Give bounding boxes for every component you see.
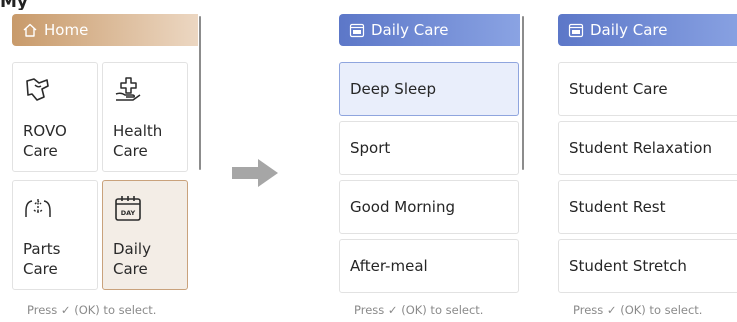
list-item-after-meal[interactable]: After-meal <box>339 239 519 293</box>
home-icon <box>23 23 37 37</box>
daily-care-header: Daily Care <box>558 14 737 46</box>
list-item-good-morning[interactable]: Good Morning <box>339 180 519 234</box>
tile-parts-care[interactable]: Parts Care <box>12 180 98 290</box>
daily-calendar-icon <box>568 23 584 38</box>
list-item-label: Good Morning <box>350 198 455 216</box>
daily-care-header-title: Daily Care <box>590 21 668 39</box>
tile-daily-care[interactable]: DAY Daily Care <box>102 180 188 290</box>
list-item-student-care[interactable]: Student Care <box>558 62 737 116</box>
daily-calendar-icon: DAY <box>115 196 141 221</box>
list-item-label: Sport <box>350 139 391 157</box>
tile-rovo-care[interactable]: ROVO Care <box>12 62 98 172</box>
home-header: Home <box>12 14 198 46</box>
svg-text:DAY: DAY <box>121 209 136 217</box>
list-item-deep-sleep[interactable]: Deep Sleep <box>339 62 519 116</box>
daily-care-screen-1: Daily Care Deep Sleep Sport Good Morning… <box>335 14 525 322</box>
footer-hint: Press ✓ (OK) to select. <box>27 303 157 317</box>
daily-care-header: Daily Care <box>339 14 520 46</box>
tile-label: ROVO Care <box>23 122 67 160</box>
health-care-icon <box>115 77 141 101</box>
list-item-student-rest[interactable]: Student Rest <box>558 180 737 234</box>
footer-hint: Press ✓ (OK) to select. <box>573 303 703 317</box>
daily-calendar-icon <box>349 23 365 38</box>
list-item-label: Student Rest <box>569 198 666 216</box>
list-item-label: Student Care <box>569 80 668 98</box>
home-scrollbar[interactable] <box>199 16 201 170</box>
daily-care-screen-2: Daily Care Student Care Student Relaxati… <box>554 14 737 322</box>
home-screen: Home ROVO Care Health Care Parts Care DA… <box>7 14 201 322</box>
footer-hint: Press ✓ (OK) to select. <box>354 303 484 317</box>
parts-care-icon <box>25 199 51 217</box>
right-arrow-icon <box>232 159 278 187</box>
list-item-sport[interactable]: Sport <box>339 121 519 175</box>
list-item-label: Deep Sleep <box>350 80 436 98</box>
tile-label: Parts Care <box>23 240 61 278</box>
home-header-title: Home <box>44 21 89 39</box>
list-item-student-relaxation[interactable]: Student Relaxation <box>558 121 737 175</box>
top-title-fragment: My <box>0 0 28 10</box>
list-item-label: After-meal <box>350 257 428 275</box>
list-item-label: Student Relaxation <box>569 139 712 157</box>
list-item-label: Student Stretch <box>569 257 687 275</box>
tile-label: Daily Care <box>113 240 151 278</box>
tile-label: Health Care <box>113 122 163 160</box>
rovo-care-icon <box>26 78 49 101</box>
list-scrollbar[interactable] <box>522 16 524 170</box>
list-item-student-stretch[interactable]: Student Stretch <box>558 239 737 293</box>
daily-care-header-title: Daily Care <box>371 21 449 39</box>
tile-health-care[interactable]: Health Care <box>102 62 188 172</box>
